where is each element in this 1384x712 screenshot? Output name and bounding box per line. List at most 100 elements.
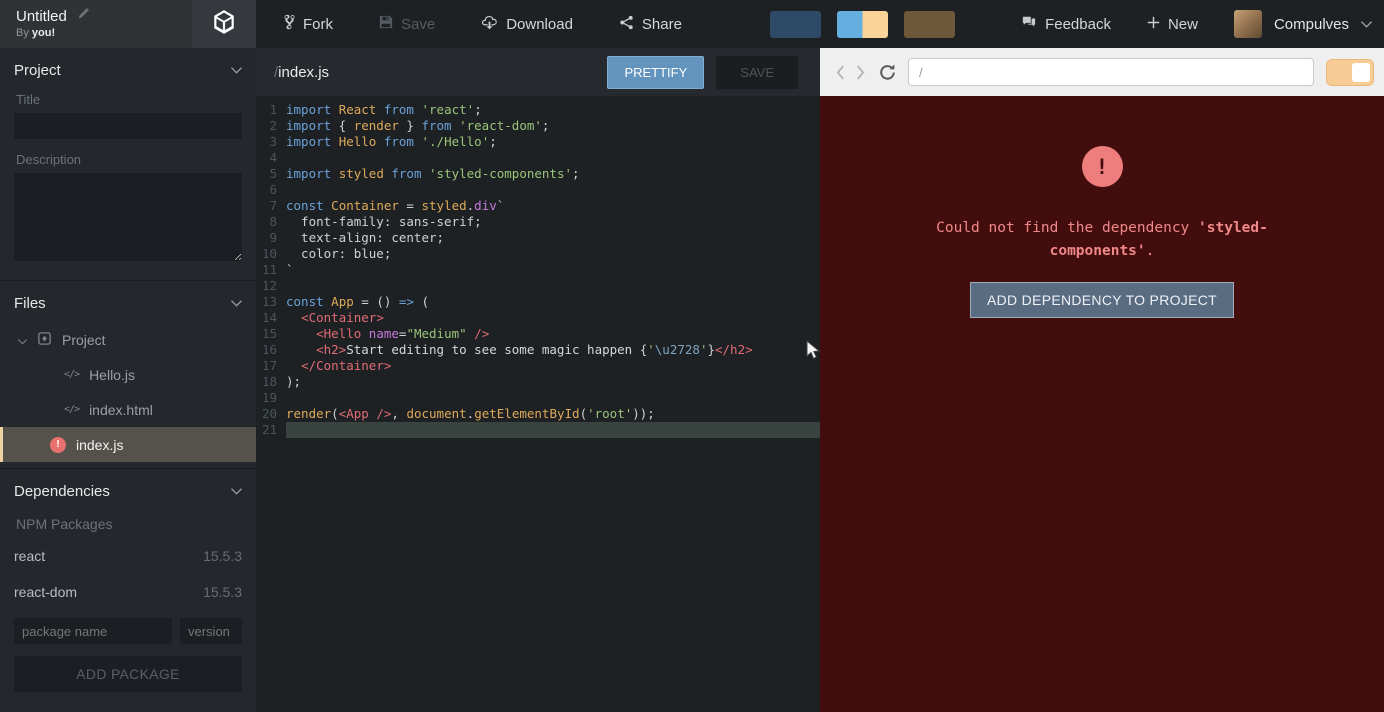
code-file-icon: </>: [64, 369, 79, 380]
tree-root-label: Project: [62, 332, 106, 348]
code-line[interactable]: 5import styled from 'styled-components';: [256, 166, 820, 182]
project-section-header[interactable]: Project: [14, 61, 242, 79]
code-line[interactable]: 9 text-align: center;: [256, 230, 820, 246]
tree-root-project[interactable]: Project: [14, 322, 242, 357]
line-number: 14: [256, 310, 286, 326]
add-package-button[interactable]: ADD PACKAGE: [14, 656, 242, 692]
dependency-row[interactable]: react-dom 15.5.3: [14, 574, 242, 610]
open-file-path: /index.js: [274, 64, 329, 81]
edit-title-icon[interactable]: [77, 7, 90, 25]
avatar: [1234, 10, 1262, 38]
dependencies-section: Dependencies NPM Packages react 15.5.3 r…: [0, 469, 256, 706]
npm-packages-label: NPM Packages: [16, 516, 242, 532]
line-number: 16: [256, 342, 286, 358]
code-line[interactable]: 21: [256, 422, 820, 438]
dependency-row[interactable]: react 15.5.3: [14, 538, 242, 574]
file-name: index.js: [76, 437, 123, 453]
project-folder-icon: [37, 331, 52, 349]
new-label: New: [1168, 16, 1198, 33]
line-number: 4: [256, 150, 286, 166]
code-line[interactable]: 1import React from 'react';: [256, 102, 820, 118]
fork-label: Fork: [303, 16, 333, 33]
title-field-label: Title: [16, 92, 242, 107]
preview-toggle[interactable]: [1326, 59, 1374, 86]
line-number: 3: [256, 134, 286, 150]
feedback-button[interactable]: Feedback: [1021, 15, 1111, 33]
add-dependency-button[interactable]: ADD DEPENDENCY TO PROJECT: [970, 282, 1234, 318]
dependencies-section-header[interactable]: Dependencies: [14, 482, 242, 500]
line-number: 12: [256, 278, 286, 294]
project-description-textarea[interactable]: [14, 173, 242, 261]
code-line[interactable]: 7const Container = styled.div`: [256, 198, 820, 214]
editor-header: /index.js PRETTIFY SAVE: [256, 48, 820, 96]
line-number: 19: [256, 390, 286, 406]
download-button[interactable]: Download: [481, 14, 573, 34]
code-line[interactable]: 8 font-family: sans-serif;: [256, 214, 820, 230]
new-sandbox-button[interactable]: New: [1147, 16, 1198, 33]
chevron-down-icon: [231, 482, 242, 500]
project-title-block: Untitled By you!: [0, 0, 256, 48]
dependency-name: react: [14, 548, 45, 564]
preview-error-screen: ! Could not find the dependency 'styled-…: [820, 96, 1384, 712]
code-line[interactable]: 13const App = () => (: [256, 294, 820, 310]
code-line[interactable]: 6: [256, 182, 820, 198]
code-area[interactable]: 1import React from 'react';2import { ren…: [256, 96, 820, 712]
prettify-button[interactable]: PRETTIFY: [607, 56, 704, 89]
package-version-input[interactable]: [180, 618, 242, 644]
file-index-html[interactable]: </> index.html: [14, 392, 242, 427]
code-line[interactable]: 16 <h2>Start editing to see some magic h…: [256, 342, 820, 358]
code-line[interactable]: 3import Hello from './Hello';: [256, 134, 820, 150]
code-line[interactable]: 10 color: blue;: [256, 246, 820, 262]
file-hello-js[interactable]: </> Hello.js: [14, 357, 242, 392]
code-line[interactable]: 14 <Container>: [256, 310, 820, 326]
preview-url-input[interactable]: [908, 58, 1314, 86]
codesandbox-cube-icon: [211, 9, 237, 40]
share-button[interactable]: Share: [619, 14, 682, 34]
code-line[interactable]: 15 <Hello name="Medium" />: [256, 326, 820, 342]
line-number: 7: [256, 198, 286, 214]
refresh-button[interactable]: [878, 63, 897, 82]
file-index-js[interactable]: ! index.js: [0, 427, 256, 462]
chevron-down-icon: [1361, 15, 1372, 33]
code-line[interactable]: 17 </Container>: [256, 358, 820, 374]
line-number: 9: [256, 230, 286, 246]
forward-button[interactable]: [855, 64, 867, 81]
code-line[interactable]: 19: [256, 390, 820, 406]
files-section-header[interactable]: Files: [14, 294, 242, 312]
chevron-down-icon: [231, 61, 242, 79]
package-name-input[interactable]: [14, 618, 172, 644]
fork-button[interactable]: Fork: [284, 14, 333, 34]
files-section: Files Project </> Hello.js </> index.htm…: [0, 281, 256, 469]
feedback-icon: [1021, 15, 1037, 33]
description-field-label: Description: [16, 152, 242, 167]
user-menu[interactable]: Compulves: [1234, 10, 1372, 38]
file-name: index.html: [89, 402, 153, 418]
code-line[interactable]: 20render(<App />, document.getElementByI…: [256, 406, 820, 422]
code-editor-pane: /index.js PRETTIFY SAVE 1import React fr…: [256, 48, 820, 712]
project-title: Untitled: [16, 8, 67, 25]
save-label: Save: [401, 16, 435, 33]
code-line[interactable]: 4: [256, 150, 820, 166]
save-code-button[interactable]: SAVE: [716, 56, 798, 89]
code-line[interactable]: 12: [256, 278, 820, 294]
line-number: 8: [256, 214, 286, 230]
line-number: 17: [256, 358, 286, 374]
top-bar: Untitled By you! Fork: [0, 0, 1384, 48]
code-line[interactable]: 11`: [256, 262, 820, 278]
code-file-icon: </>: [64, 404, 79, 415]
save-button[interactable]: Save: [379, 14, 435, 34]
view-preview-only-button[interactable]: [904, 11, 955, 38]
view-editor-only-button[interactable]: [770, 11, 821, 38]
save-icon: [379, 15, 393, 33]
line-number: 15: [256, 326, 286, 342]
view-split-button[interactable]: [837, 11, 888, 38]
app-logo[interactable]: [192, 0, 256, 48]
code-line[interactable]: 18);: [256, 374, 820, 390]
project-title-input[interactable]: [14, 113, 242, 139]
back-button[interactable]: [834, 64, 846, 81]
view-mode-switcher: [770, 11, 955, 38]
dependency-version: 15.5.3: [203, 584, 242, 600]
code-line[interactable]: 2import { render } from 'react-dom';: [256, 118, 820, 134]
feedback-label: Feedback: [1045, 16, 1111, 33]
plus-icon: [1147, 16, 1160, 33]
